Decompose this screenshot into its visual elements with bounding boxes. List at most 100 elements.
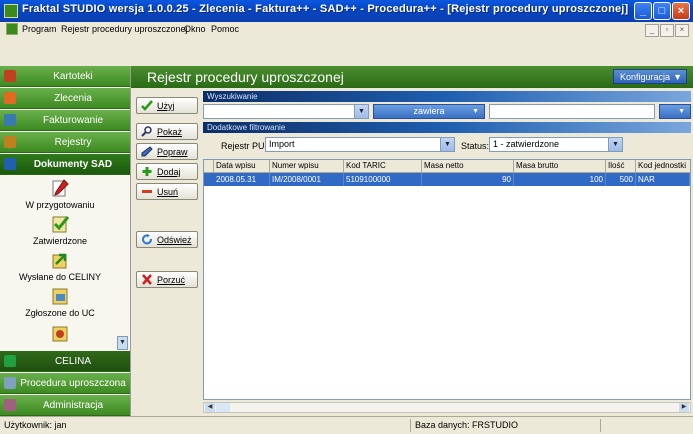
sidebar-section-rejestry[interactable]: Rejestry [0,132,130,153]
use-button-label: Użyj [157,101,175,111]
sidebar-section-label: Administracja [42,400,104,411]
column-header[interactable]: Kod TARIC [344,160,422,173]
status-select[interactable]: 1 - zatwierdzone ▼ [489,137,623,152]
delete-button[interactable]: Usuń [136,183,198,200]
scroll-right-icon[interactable]: ▶ [679,403,689,412]
search-section-bar: Wyszukiwanie [203,91,691,102]
celina-icon [4,355,16,367]
sidebar-scroll-down-icon[interactable]: ▼ [117,336,128,350]
app-menu-icon[interactable] [6,23,18,35]
show-button[interactable]: Pokaż [136,123,198,140]
chevron-down-icon: ▼ [608,138,622,151]
mdi-controls: _ ▫ × [644,24,689,37]
config-button[interactable]: Konfiguracja ▼ [613,69,687,84]
uc-document-icon [52,288,68,305]
menu-program[interactable]: Program [22,24,57,34]
rejestry-icon [4,136,16,148]
sidebar-section-administracja[interactable]: Administracja [0,395,130,416]
add-button[interactable]: Dodaj [136,163,198,180]
search-field-select[interactable]: ▼ [203,104,369,119]
table-cell: 100 [514,173,606,186]
column-header[interactable]: Kod jednostki [636,160,690,173]
search-mode-label: zawiera [413,106,445,116]
sidebar-section-zlecenia[interactable]: Zlecenia [0,88,130,109]
refresh-button-label: Odśwież [157,235,192,245]
sidebar-item-wyslane[interactable]: Wysłane do CELINY [0,250,120,282]
refresh-button[interactable]: Odśwież [136,231,198,248]
send-arrow-icon [52,253,67,269]
registry-select[interactable]: Import ▼ [265,137,455,152]
sidebar-item-more[interactable] [40,324,80,346]
column-header[interactable]: Masa brutto [514,160,606,173]
minimize-button[interactable]: _ [634,2,652,20]
table-cell: NAR [636,173,690,186]
abandon-button[interactable]: Porzuć [136,271,198,288]
main-area: Rejestr procedury uproszczonej Konfigura… [131,66,693,416]
table-row[interactable]: 2008.05.31 IM/2008/0001 5109100000 90 10… [204,173,690,186]
sidebar-item-zgloszone[interactable]: Zgłoszone do UC [0,286,120,318]
sidebar-section-label: Rejestry [54,137,92,148]
add-button-label: Dodaj [157,167,181,177]
chevron-down-icon: ▼ [673,72,682,82]
sidebar-section-procedura[interactable]: Procedura uproszczona [0,373,130,394]
content-panel: Wyszukiwanie ▼ zawiera ▼ ▼ Dodatkowe fil… [203,88,693,416]
sidebar-item-label: Zatwierdzone [32,236,88,246]
close-button[interactable]: × [672,2,690,20]
stamp-document-icon [52,326,68,342]
red-pen-document-icon [52,179,69,197]
sidebar-section-celina[interactable]: CELINA [0,351,130,372]
filters-section-bar: Dodatkowe filtrowanie [203,122,691,133]
search-input[interactable] [489,104,655,119]
status-value: 1 - zatwierdzone [493,139,560,149]
status-bar: Użytkownik: jan Baza danych: FRSTUDIO [0,416,693,434]
abandon-button-label: Porzuć [157,275,186,285]
use-button[interactable]: Użyj [136,97,198,114]
sidebar-section-label: Zlecenia [54,93,92,104]
column-header[interactable]: Ilość [606,160,636,173]
magnifier-icon [141,126,152,137]
horizontal-scrollbar[interactable]: ◀ ▶ [203,402,691,413]
sidebar-section-dokumenty-sad[interactable]: Dokumenty SAD [0,154,130,175]
menu-bar: Program Rejestr procedury uproszczonej O… [0,22,693,38]
edit-button-label: Popraw [157,147,188,157]
chevron-down-icon: ▼ [678,108,685,115]
refresh-icon [142,234,152,245]
column-header[interactable]: Numer wpisu [270,160,344,173]
sidebar-section-label: Dokumenty SAD [33,159,113,170]
column-header[interactable]: Masa netto [422,160,514,173]
column-header[interactable]: Data wpisu [214,160,270,173]
menu-okno[interactable]: Okno [184,24,206,34]
menu-pomoc[interactable]: Pomoc [211,24,239,34]
sidebar-item-zatwierdzone[interactable]: Zatwierdzone [0,214,120,246]
administracja-icon [4,399,16,411]
sidebar-item-label: Zgłoszone do UC [25,308,95,318]
main-header: Rejestr procedury uproszczonej Konfigura… [131,66,693,88]
edit-button[interactable]: Popraw [136,143,198,160]
scroll-thumb[interactable] [216,403,230,412]
scroll-left-icon[interactable]: ◀ [205,403,215,412]
table-cell: 2008.05.31 [214,173,270,186]
mdi-close-button[interactable]: × [675,24,689,37]
maximize-button[interactable]: □ [653,2,671,20]
kartoteki-icon [4,70,16,82]
plus-icon [142,167,152,176]
config-button-label: Konfiguracja [620,72,671,82]
sidebar-section-kartoteki[interactable]: Kartoteki [0,66,130,87]
mdi-minimize-button[interactable]: _ [645,24,659,37]
sidebar-item-w-przygotowaniu[interactable]: W przygotowaniu [0,178,120,210]
sidebar-section-label: Kartoteki [53,71,93,82]
check-document-icon [52,216,70,233]
action-buttons: Użyj Pokaż Popraw Dodaj Usuń Odśwież Por… [131,88,203,416]
search-mode-select[interactable]: zawiera ▼ [373,104,485,119]
sidebar-item-label: W przygotowaniu [25,200,95,210]
registry-label: Rejestr PU: [221,141,268,151]
table-cell: IM/2008/0001 [270,173,344,186]
grid-corner [204,160,214,173]
procedura-icon [4,377,16,389]
search-options-button[interactable]: ▼ [659,104,691,119]
x-icon [142,274,152,285]
sidebar-item-label: Wysłane do CELINY [19,272,101,282]
sidebar-section-fakturowanie[interactable]: Fakturowanie [0,110,130,131]
mdi-restore-button[interactable]: ▫ [660,24,674,37]
menu-rejestr[interactable]: Rejestr procedury uproszczonej [61,24,188,34]
